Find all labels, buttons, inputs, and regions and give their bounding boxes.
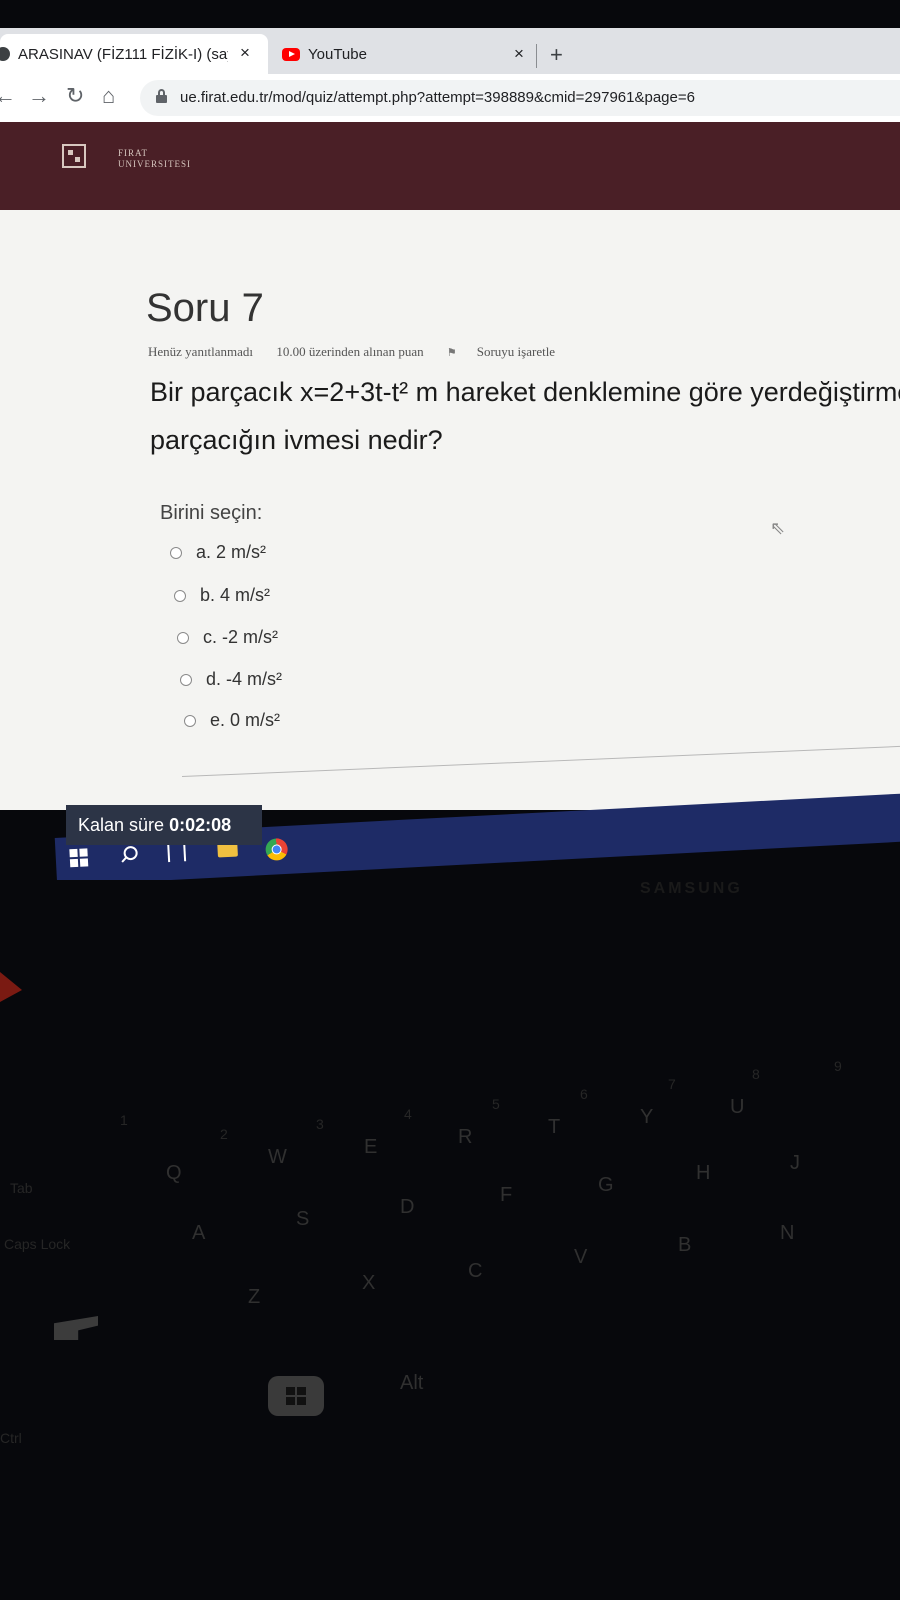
tab-separator <box>536 44 537 68</box>
close-tab-icon[interactable]: × <box>240 43 250 63</box>
key-f: F <box>500 1184 513 1206</box>
key-j: J <box>790 1152 800 1174</box>
radio-button[interactable] <box>184 714 196 727</box>
key-5: 5 <box>492 1096 500 1112</box>
tab-youtube[interactable]: YouTube × <box>270 34 550 74</box>
key-y: Y <box>640 1106 654 1128</box>
key-c: C <box>468 1260 483 1282</box>
question-text-line-2: parçacığın ivmesi nedir? <box>150 425 443 455</box>
answer-option-c[interactable]: c. -2 m/s² <box>177 627 278 648</box>
key-g: G <box>598 1174 614 1196</box>
radio-button[interactable] <box>170 546 182 559</box>
question-text: Bir parçacık x=2+3t-t² m hareket denklem… <box>150 368 900 464</box>
flag-label: Soruyu işaretle <box>476 344 556 359</box>
question-text-line-1: Bir parçacık x=2+3t-t² m hareket denklem… <box>150 377 900 407</box>
question-title: Soru 7 <box>146 286 264 330</box>
answer-label[interactable]: e. 0 m/s² <box>210 710 280 731</box>
key-w: W <box>268 1146 287 1168</box>
key-4: 4 <box>404 1106 412 1122</box>
logo-line-2: UNIVERSITESI <box>118 159 191 169</box>
key-t: T <box>548 1116 561 1138</box>
key-caps-lock: Caps Lock <box>4 1236 71 1252</box>
key-3: 3 <box>316 1116 324 1132</box>
moodle-favicon-icon <box>0 47 10 61</box>
university-logo-text[interactable]: FIRAT UNIVERSITESI <box>118 148 191 170</box>
timer-value: 0:02:08 <box>169 815 232 835</box>
key-r: R <box>458 1126 473 1148</box>
browser-toolbar: ← → ↻ ⌂ ue.firat.edu.tr/mod/quiz/attempt… <box>0 74 900 123</box>
back-icon[interactable]: ← <box>0 83 16 109</box>
key-alt: Alt <box>400 1372 424 1394</box>
windows-key <box>268 1376 324 1416</box>
key-n: N <box>780 1222 795 1244</box>
radio-button[interactable] <box>177 631 189 644</box>
answer-label[interactable]: d. -4 m/s² <box>206 669 282 690</box>
task-view-icon[interactable] <box>167 843 187 863</box>
tab-strip: ARASINAV (FİZ111 FİZİK-I) (sayfa × YouTu… <box>0 28 900 74</box>
key-b: B <box>678 1234 692 1256</box>
key-9: 9 <box>834 1058 842 1074</box>
close-tab-icon[interactable]: × <box>514 44 524 64</box>
flag-question-link[interactable]: ⚑ Soruyu işaretle <box>447 344 575 359</box>
cursor-icon: ⇖ <box>770 518 786 538</box>
answer-label[interactable]: c. -2 m/s² <box>203 627 278 648</box>
radio-button[interactable] <box>180 673 192 686</box>
new-tab-button[interactable]: + <box>550 42 563 68</box>
site-header: FIRAT UNIVERSITESI <box>0 122 900 210</box>
key-v: V <box>574 1246 588 1268</box>
lock-icon[interactable] <box>156 89 167 103</box>
timer-label: Kalan süre <box>78 815 165 835</box>
fn-key <box>54 1316 98 1340</box>
url-text[interactable]: ue.firat.edu.tr/mod/quiz/attempt.php?att… <box>180 89 695 106</box>
key-s: S <box>296 1208 310 1230</box>
forward-icon[interactable]: → <box>28 83 50 109</box>
key-1: 1 <box>120 1112 128 1128</box>
key-ctrl: Ctrl <box>0 1430 22 1446</box>
answer-option-a[interactable]: a. 2 m/s² <box>170 542 266 563</box>
key-d: D <box>400 1196 415 1218</box>
quiz-content: Soru 7 Henüz yanıtlanmadı 10.00 üzerinde… <box>0 210 900 810</box>
laptop-keyboard: Q W E R T Y U A S D F G H J Z X C V B N … <box>0 880 900 1600</box>
question-points: 10.00 üzerinden alınan puan <box>276 344 424 359</box>
answer-prompt: Birini seçin: <box>160 502 263 524</box>
tab-title: YouTube <box>308 45 367 63</box>
key-8: 8 <box>752 1066 760 1082</box>
tab-quiz[interactable]: ARASINAV (FİZ111 FİZİK-I) (sayfa × <box>0 34 268 74</box>
question-info: Henüz yanıtlanmadı 10.00 üzerinden alına… <box>148 344 595 360</box>
radio-button[interactable] <box>174 589 186 602</box>
answer-option-b[interactable]: b. 4 m/s² <box>174 585 270 606</box>
key-e: E <box>364 1136 378 1158</box>
key-6: 6 <box>580 1086 588 1102</box>
key-x: X <box>362 1272 376 1294</box>
windows-icon[interactable] <box>69 848 89 868</box>
key-z: Z <box>248 1286 261 1308</box>
key-q: Q <box>166 1162 182 1184</box>
key-a: A <box>192 1222 206 1244</box>
address-bar[interactable]: ue.firat.edu.tr/mod/quiz/attempt.php?att… <box>140 80 900 116</box>
key-7: 7 <box>668 1076 676 1092</box>
reload-icon[interactable]: ↻ <box>66 83 84 109</box>
key-u: U <box>730 1096 745 1118</box>
laptop-screen: ARASINAV (FİZ111 FİZİK-I) (sayfa × YouTu… <box>0 0 900 880</box>
answer-option-e[interactable]: e. 0 m/s² <box>184 710 280 731</box>
windows-logo-icon <box>286 1387 306 1405</box>
search-icon[interactable] <box>119 846 138 865</box>
answer-option-d[interactable]: d. -4 m/s² <box>180 669 282 690</box>
home-icon[interactable]: ⌂ <box>102 83 115 109</box>
answer-label[interactable]: a. 2 m/s² <box>196 542 266 563</box>
answer-label[interactable]: b. 4 m/s² <box>200 585 270 606</box>
youtube-icon <box>282 47 300 61</box>
quiz-timer: Kalan süre 0:02:08 <box>66 805 262 845</box>
question-status: Henüz yanıtlanmadı <box>148 344 254 359</box>
tab-title: ARASINAV (FİZ111 FİZİK-I) (sayfa <box>18 45 228 63</box>
section-divider <box>181 745 900 777</box>
key-2: 2 <box>220 1126 228 1142</box>
university-logo-icon[interactable] <box>62 144 86 168</box>
key-tab: Tab <box>10 1180 33 1196</box>
chrome-icon[interactable] <box>265 837 289 861</box>
key-h: H <box>696 1162 711 1184</box>
logo-line-1: FIRAT <box>118 148 149 158</box>
flag-icon: ⚑ <box>446 347 457 359</box>
